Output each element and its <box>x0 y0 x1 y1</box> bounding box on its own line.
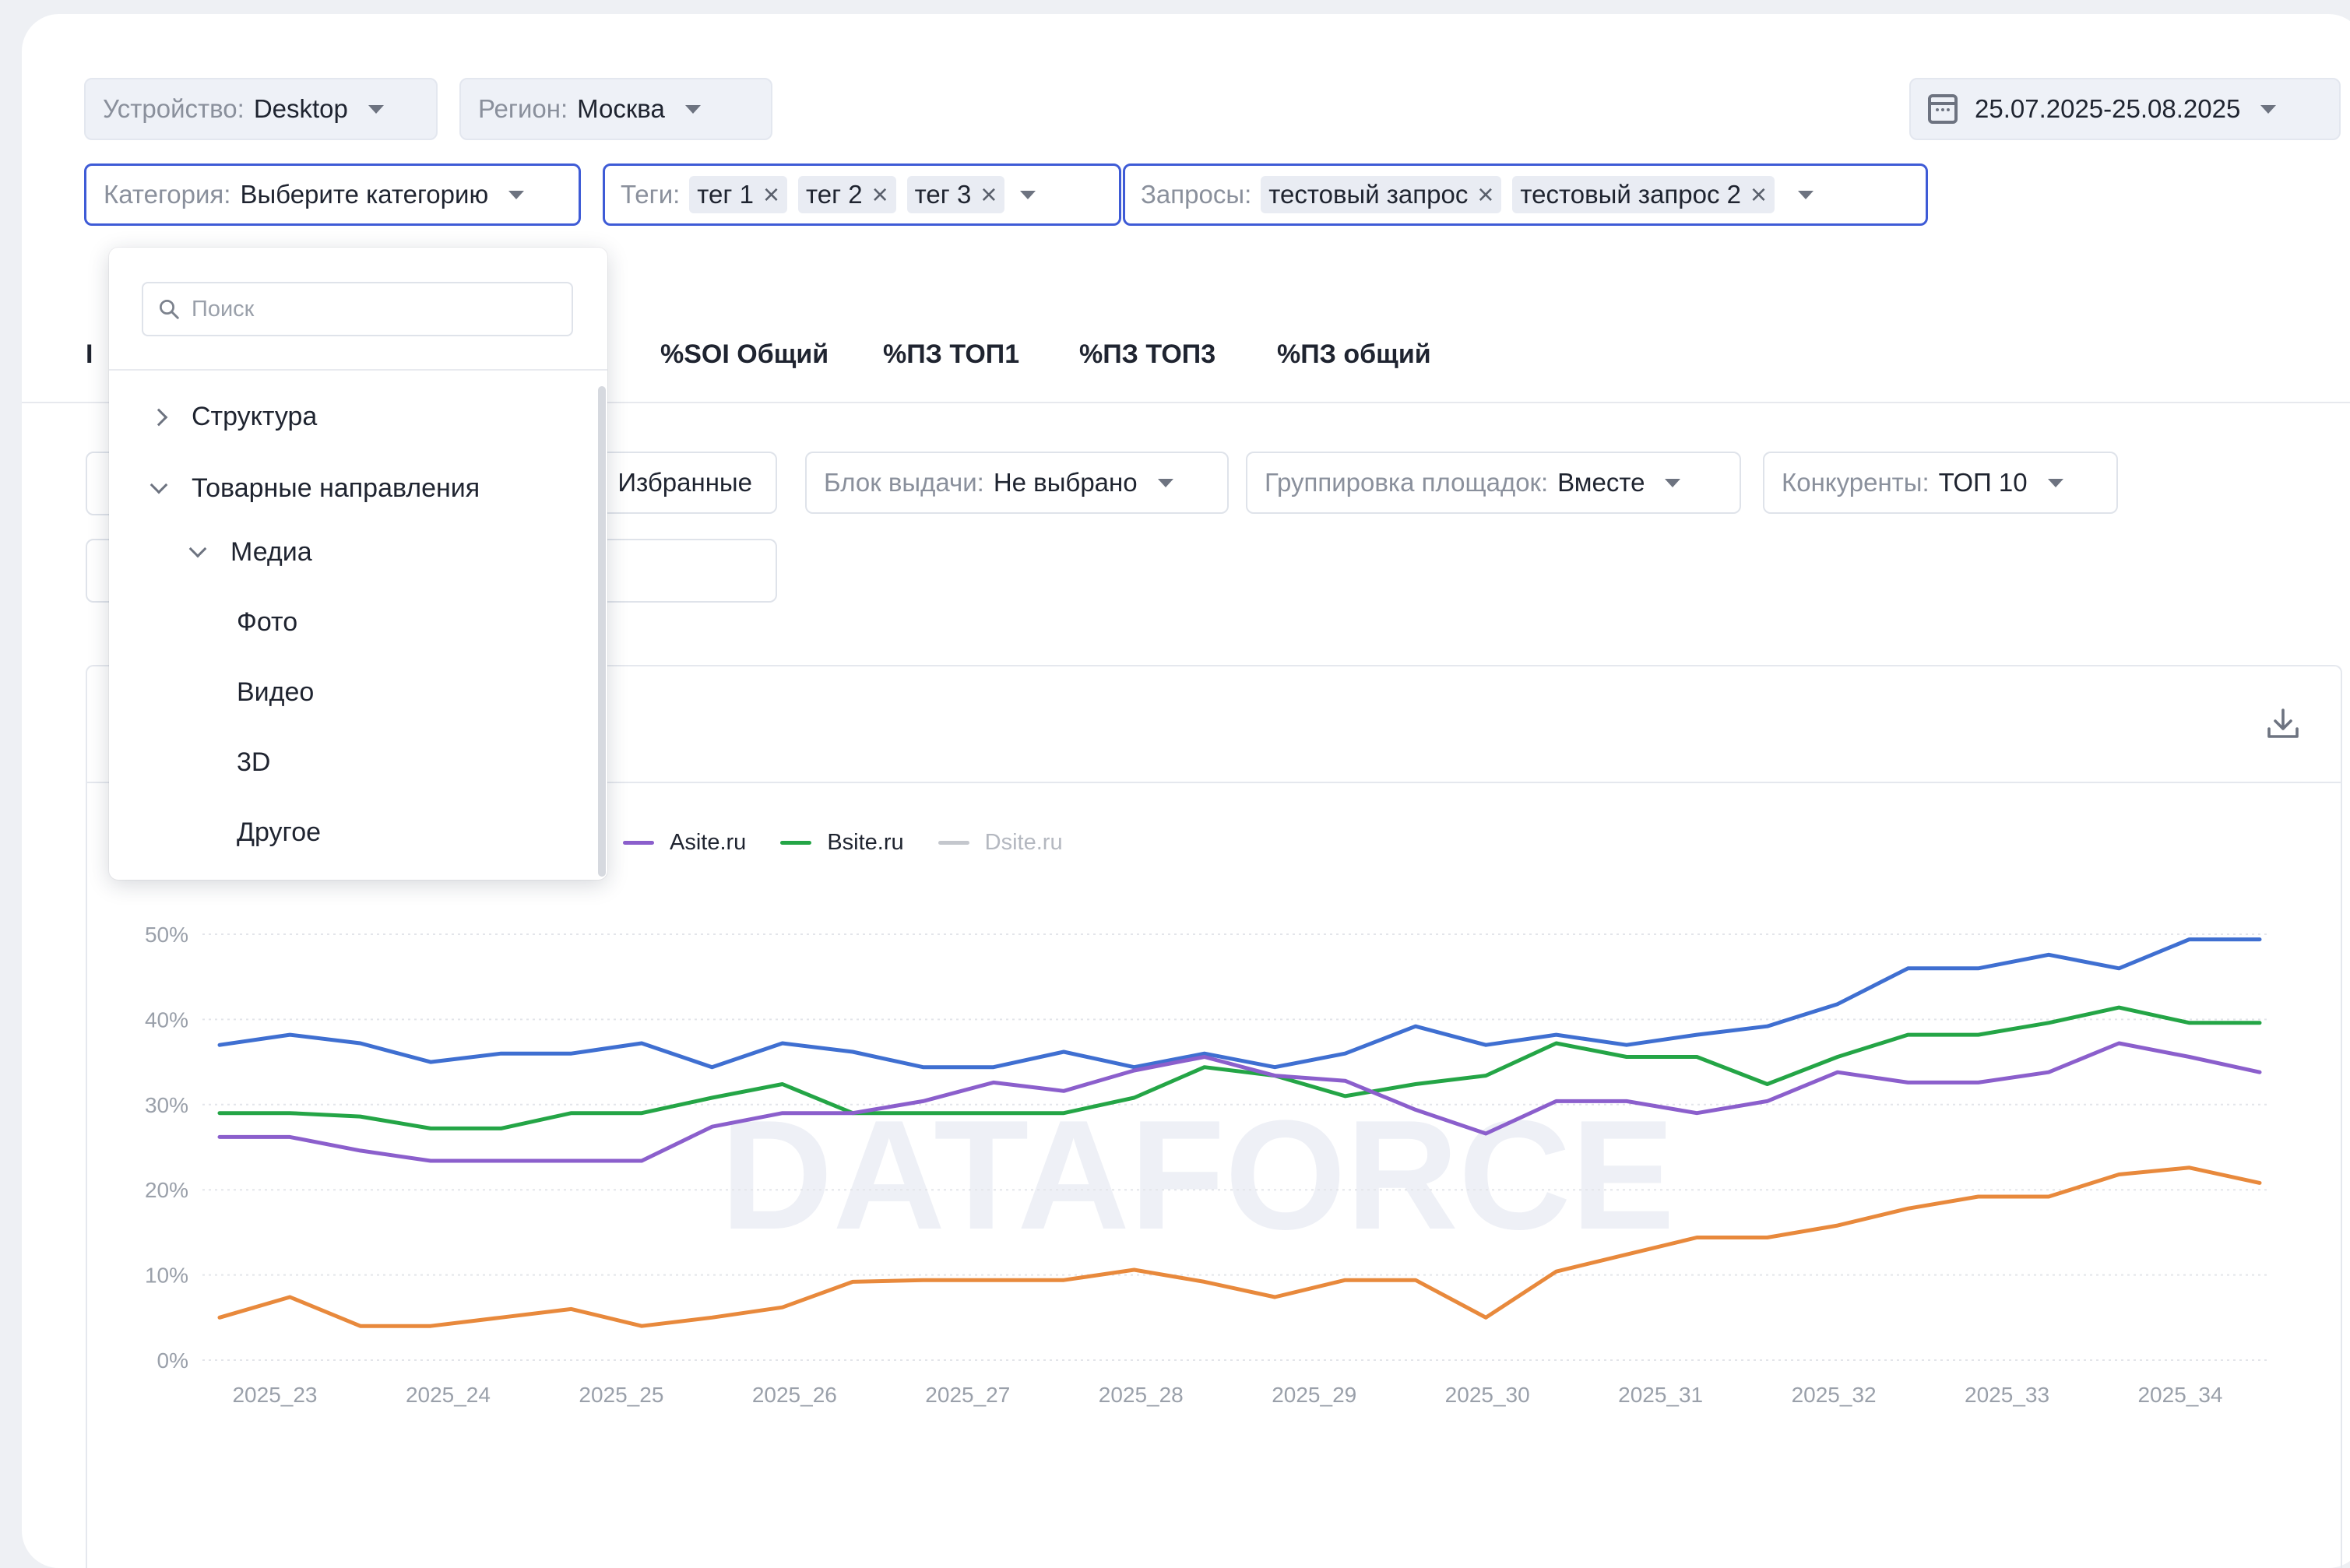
tree-item-label: Медиа <box>230 537 312 567</box>
tree-item-label: Другое <box>237 817 322 847</box>
category-dropdown: Структура Товарные направления Медиа Фот… <box>109 248 607 880</box>
y-tick-label: 40% <box>145 1007 188 1032</box>
tree-item-3d[interactable]: 3D <box>237 747 270 778</box>
x-tick-label: 2025_29 <box>1272 1383 1356 1407</box>
x-tick-label: 2025_25 <box>579 1383 663 1407</box>
tree-item-media[interactable]: Медиа <box>188 537 312 568</box>
x-tick-label: 2025_32 <box>1792 1383 1877 1407</box>
tree-item-other[interactable]: Другое <box>237 817 321 848</box>
x-tick-label: 2025_27 <box>925 1383 1010 1407</box>
x-tick-label: 2025_23 <box>232 1383 317 1407</box>
y-tick-label: 20% <box>145 1178 188 1202</box>
x-tick-label: 2025_30 <box>1445 1383 1530 1407</box>
x-tick-label: 2025_34 <box>2137 1383 2222 1407</box>
x-tick-label: 2025_26 <box>752 1383 837 1407</box>
dropdown-scrollbar[interactable] <box>598 386 606 877</box>
tree-item-label: Структура <box>192 402 318 431</box>
x-tick-label: 2025_33 <box>1965 1383 2049 1407</box>
tree-item-label: Фото <box>237 607 298 637</box>
tree-item-product-directions[interactable]: Товарные направления <box>150 473 480 504</box>
series-line[interactable] <box>217 937 2262 1070</box>
x-tick-label: 2025_31 <box>1618 1383 1703 1407</box>
y-tick-label: 0% <box>157 1348 188 1373</box>
x-tick-label: 2025_24 <box>406 1383 491 1407</box>
search-input[interactable] <box>192 296 558 322</box>
y-tick-label: 50% <box>145 923 188 947</box>
x-tick-label: 2025_28 <box>1099 1383 1184 1407</box>
dropdown-divider <box>109 369 607 371</box>
tree-item-photo[interactable]: Фото <box>237 607 297 638</box>
y-tick-label: 10% <box>145 1264 188 1288</box>
main-card: Устройство: Desktop Регион: Москва 25.07… <box>22 14 2350 1568</box>
tree-item-structure[interactable]: Структура <box>150 402 318 432</box>
chevron-right-icon[interactable] <box>150 408 168 426</box>
y-tick-label: 30% <box>145 1093 188 1117</box>
chevron-down-icon[interactable] <box>188 540 207 557</box>
tree-item-label: Товарные направления <box>192 473 480 503</box>
category-search[interactable] <box>142 282 573 336</box>
tree-item-label: 3D <box>237 747 271 777</box>
tree-item-label: Видео <box>237 677 315 707</box>
tree-item-video[interactable]: Видео <box>237 677 314 708</box>
chevron-down-icon[interactable] <box>150 476 168 494</box>
search-icon <box>160 300 179 319</box>
